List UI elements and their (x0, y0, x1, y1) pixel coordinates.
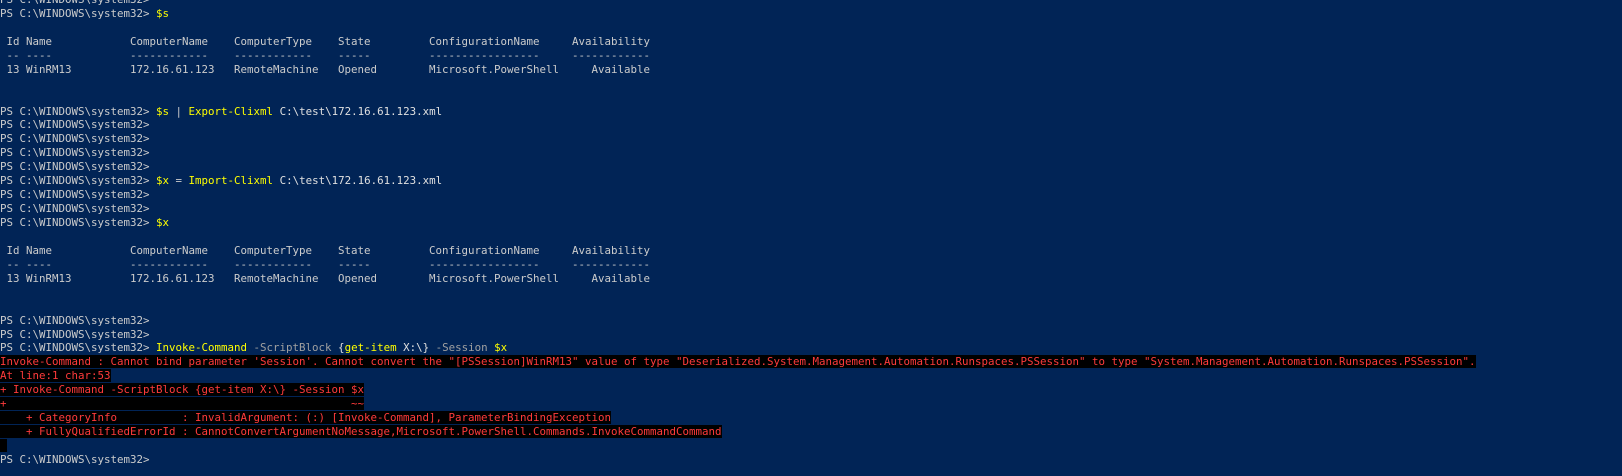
argument-token: C:\test\172.16.61.123.xml (273, 174, 443, 188)
prompt: PS C:\WINDOWS\system32> (0, 327, 157, 341)
variable-token: $x (156, 174, 170, 188)
prompt: PS C:\WINDOWS\system32> (0, 104, 157, 118)
table-row: 13 WinRM13 172.16.61.123 RemoteMachine O… (0, 272, 1622, 286)
terminal-line: PS C:\WINDOWS\system32> (0, 328, 1622, 342)
error-tail (0, 439, 7, 452)
table-header: Id Name ComputerName ComputerType State … (0, 244, 1622, 258)
argument-token: C:\test\172.16.61.123.xml (273, 104, 443, 118)
terminal-line: PS C:\WINDOWS\system32> $x = Import-Clix… (0, 174, 1622, 188)
table-header-text: Id Name ComputerName ComputerType State … (0, 34, 651, 48)
variable-token: $x (494, 341, 508, 355)
table-row-text: 13 WinRM13 172.16.61.123 RemoteMachine O… (0, 271, 651, 285)
terminal-line: PS C:\WINDOWS\system32> (0, 202, 1622, 216)
terminal-line: PS C:\WINDOWS\system32> (0, 146, 1622, 160)
error-line: + Invoke-Command -ScriptBlock {get-item … (0, 383, 1622, 397)
table-header-text: Id Name ComputerName ComputerType State … (0, 243, 651, 257)
variable-token: $s (156, 6, 170, 20)
assign-token: = (169, 174, 189, 188)
prompt: PS C:\WINDOWS\system32> (0, 0, 156, 6)
terminal-line: PS C:\WINDOWS\system32> (0, 132, 1622, 146)
error-line: + CategoryInfo : InvalidArgument: (:) [I… (0, 411, 1622, 425)
table-divider-text: -- ---- ------------ ------------ ----- … (0, 257, 651, 271)
prompt: PS C:\WINDOWS\system32> (0, 313, 157, 327)
prompt: PS C:\WINDOWS\system32> (0, 132, 157, 146)
terminal-line[interactable]: PS C:\WINDOWS\system32> (0, 453, 1622, 467)
terminal-line: PS C:\WINDOWS\system32> $s | Export-Clix… (0, 105, 1622, 119)
table-row-text: 13 WinRM13 172.16.61.123 RemoteMachine O… (0, 62, 651, 76)
prompt: PS C:\WINDOWS\system32> (0, 202, 157, 216)
error-line: + FullyQualifiedErrorId : CannotConvertA… (0, 425, 1622, 439)
parameter-token: -Session (429, 341, 495, 355)
pipe-token: | (169, 104, 189, 118)
error-location: At line:1 char:53 (0, 369, 111, 383)
variable-token: $x (156, 216, 170, 229)
error-line: At line:1 char:53 (0, 369, 1622, 383)
argument-token: X:\ (396, 341, 423, 355)
prompt: PS C:\WINDOWS\system32> (0, 160, 157, 174)
terminal-line: PS C:\WINDOWS\system32> $x (0, 216, 1622, 230)
prompt: PS C:\WINDOWS\system32> (0, 341, 157, 355)
prompt: PS C:\WINDOWS\system32> (0, 174, 157, 188)
prompt: PS C:\WINDOWS\system32> (0, 452, 157, 466)
table-header: Id Name ComputerName ComputerType State … (0, 35, 1622, 49)
prompt: PS C:\WINDOWS\system32> (0, 146, 157, 160)
table-divider: -- ---- ------------ ------------ ----- … (0, 258, 1622, 272)
variable-token: $s (156, 104, 170, 118)
cmdlet-token: Import-Clixml (188, 174, 274, 188)
parameter-token: -ScriptBlock (247, 341, 339, 355)
cmdlet-token: Export-Clixml (188, 104, 274, 118)
terminal-line: PS C:\WINDOWS\system32> (0, 160, 1622, 174)
powershell-terminal[interactable]: PS C:\WINDOWS\system32> PS C:\WINDOWS\sy… (0, 0, 1622, 469)
error-id: + FullyQualifiedErrorId : CannotConvertA… (0, 425, 722, 439)
prompt: PS C:\WINDOWS\system32> (0, 216, 157, 229)
error-line: Invoke-Command : Cannot bind parameter '… (0, 355, 1622, 369)
error-marker: + ~~ (0, 397, 365, 411)
terminal-line: PS C:\WINDOWS\system32> Invoke-Command -… (0, 341, 1622, 355)
prompt: PS C:\WINDOWS\system32> (0, 118, 157, 132)
table-divider: -- ---- ------------ ------------ ----- … (0, 49, 1622, 63)
blank-line (0, 439, 1622, 453)
error-line: + ~~ (0, 397, 1622, 411)
terminal-line: PS C:\WINDOWS\system32> (0, 0, 1622, 7)
cmdlet-token: get-item (344, 341, 397, 355)
terminal-line: PS C:\WINDOWS\system32> (0, 118, 1622, 132)
error-message: Invoke-Command : Cannot bind parameter '… (0, 355, 1476, 369)
prompt: PS C:\WINDOWS\system32> (0, 6, 157, 20)
terminal-line: PS C:\WINDOWS\system32> (0, 188, 1622, 202)
cmdlet-token: Invoke-Command (156, 341, 248, 355)
table-divider-text: -- ---- ------------ ------------ ----- … (0, 48, 651, 62)
prompt: PS C:\WINDOWS\system32> (0, 188, 157, 202)
error-source: + Invoke-Command -ScriptBlock {get-item … (0, 383, 365, 397)
error-category: + CategoryInfo : InvalidArgument: (:) [I… (0, 411, 612, 425)
terminal-line: PS C:\WINDOWS\system32> $s (0, 7, 1622, 21)
terminal-line: PS C:\WINDOWS\system32> (0, 314, 1622, 328)
table-row: 13 WinRM13 172.16.61.123 RemoteMachine O… (0, 63, 1622, 77)
